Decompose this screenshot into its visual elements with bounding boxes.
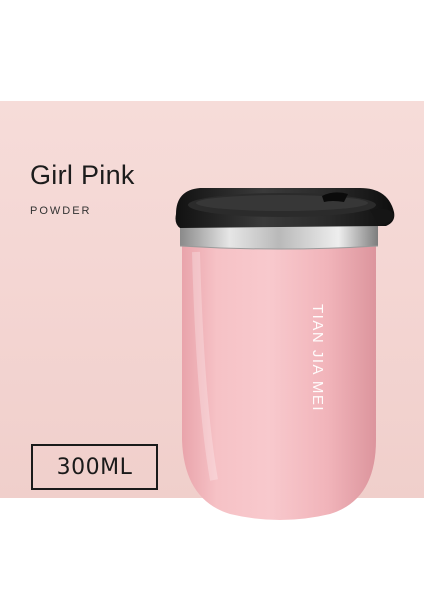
- tumbler-cup-image: [175, 188, 395, 520]
- brand-logo-text: TIAN JIA MEI: [309, 303, 326, 412]
- cup-rim: [180, 226, 378, 249]
